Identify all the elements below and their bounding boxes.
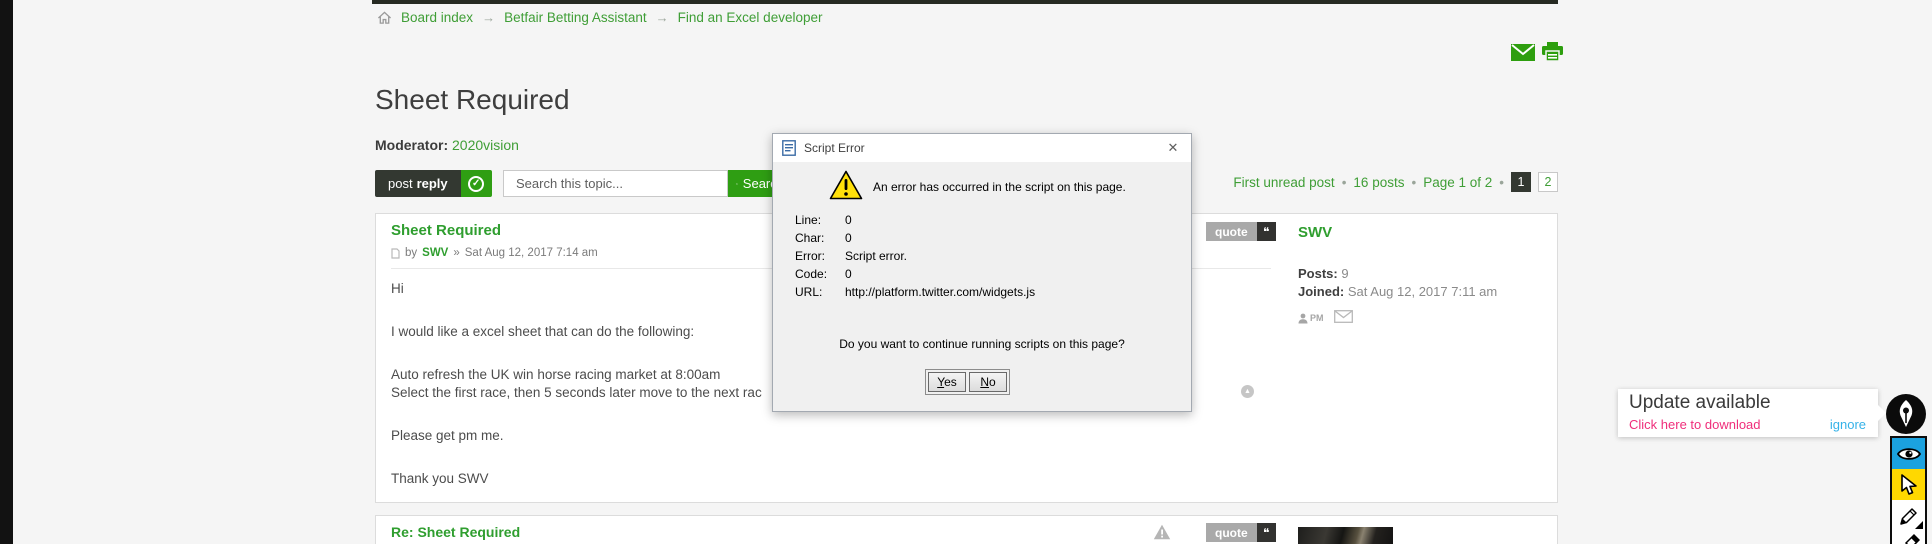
dialog-title: Script Error — [804, 141, 1156, 155]
close-icon[interactable]: ✕ — [1164, 140, 1182, 156]
detail-row: Char:0 — [795, 229, 1035, 247]
dialog-details: Line:0 Char:0 Error:Script error. Code:0… — [795, 211, 1035, 301]
eraser-tool-button[interactable] — [1892, 531, 1925, 544]
avatar — [1298, 527, 1393, 544]
pen-toolbar — [1890, 436, 1927, 544]
detail-row: Error:Script error. — [795, 247, 1035, 265]
content-top-border — [372, 0, 1558, 4]
update-title: Update available — [1629, 392, 1771, 414]
left-edge-bar — [0, 0, 13, 544]
script-error-dialog: Script Error ✕ An error has occurred in … — [772, 133, 1192, 412]
email-topic-icon[interactable] — [1511, 44, 1535, 66]
page: Board index → Betfair Betting Assistant … — [0, 0, 1932, 544]
post-title-link[interactable]: Sheet Required — [391, 222, 501, 239]
detail-row: Line:0 — [795, 211, 1035, 229]
script-document-icon — [782, 140, 796, 156]
post-panel-2: Re: Sheet Required quote ❝ — [375, 515, 1558, 544]
quote-button-label: quote — [1206, 222, 1257, 241]
posts-count: 16 posts — [1353, 175, 1404, 190]
page-number-2[interactable]: 2 — [1538, 172, 1558, 192]
post-reply-icon: ✓ — [461, 170, 492, 197]
quote-button[interactable]: quote ❝ — [1206, 523, 1276, 542]
moderator-link[interactable]: 2020vision — [452, 137, 519, 153]
cursor-tool-button[interactable] — [1892, 469, 1925, 500]
page-actions — [1511, 42, 1563, 67]
post-byline: by SWV » Sat Aug 12, 2017 7:14 am — [391, 247, 598, 259]
quote-button[interactable]: quote ❝ — [1206, 222, 1276, 241]
moderator-line: Moderator: 2020vision — [375, 137, 519, 153]
quote-button-label: quote — [1206, 523, 1257, 542]
eraser-icon — [1898, 531, 1920, 544]
pagination-dot: • — [1411, 175, 1416, 190]
email-user-icon[interactable] — [1334, 310, 1353, 326]
moderator-label: Moderator: — [375, 137, 448, 153]
post-paragraph: Please get pm me. — [391, 427, 1251, 445]
breadcrumb-link-topic[interactable]: Find an Excel developer — [678, 10, 823, 25]
dialog-message: An error has occurred in the script on t… — [873, 180, 1126, 194]
print-topic-icon[interactable] — [1542, 42, 1563, 67]
dialog-question: Do you want to continue running scripts … — [773, 337, 1191, 351]
breadcrumb-link-board-index[interactable]: Board index — [401, 10, 473, 25]
profile-joined: Joined: Sat Aug 12, 2017 7:11 am — [1298, 283, 1548, 301]
pagination-dot: • — [1499, 175, 1504, 190]
breadcrumb-link-forum[interactable]: Betfair Betting Assistant — [504, 10, 647, 25]
report-post-icon[interactable] — [1153, 524, 1171, 544]
profile-posts: Posts: 9 — [1298, 265, 1548, 283]
byline-by-label: by — [405, 247, 417, 259]
back-to-top-icon[interactable]: ▲ — [1241, 385, 1254, 398]
post-date: Sat Aug 12, 2017 7:14 am — [465, 247, 598, 259]
pagination-dot: • — [1342, 175, 1347, 190]
dialog-titlebar[interactable]: Script Error ✕ — [773, 134, 1191, 162]
breadcrumb: Board index → Betfair Betting Assistant … — [377, 10, 822, 25]
post-paragraph: Thank you SWV — [391, 470, 1251, 488]
quote-icon: ❝ — [1257, 222, 1276, 241]
update-download-link[interactable]: Click here to download — [1629, 417, 1761, 432]
yes-button[interactable]: Yes — [928, 372, 966, 392]
page-number-1: 1 — [1511, 172, 1531, 192]
breadcrumb-arrow-icon: → — [656, 10, 669, 25]
search-input[interactable] — [503, 170, 728, 197]
update-notification: Update available Click here to download … — [1618, 389, 1878, 437]
post-icon — [391, 248, 400, 259]
page-title: Sheet Required — [375, 84, 570, 116]
pen-tool-button[interactable] — [1892, 500, 1925, 531]
detail-row: URL:http://platform.twitter.com/widgets.… — [795, 283, 1035, 301]
no-button[interactable]: No — [969, 372, 1007, 392]
warning-icon — [829, 170, 863, 205]
user-icon — [1298, 313, 1308, 324]
toggle-visibility-button[interactable] — [1892, 438, 1925, 469]
author-profile: SWV Posts: 9 Joined: Sat Aug 12, 2017 7:… — [1298, 224, 1548, 326]
private-message-button[interactable]: PM — [1298, 313, 1324, 324]
author-link: SWV — [422, 247, 448, 259]
page-info: Page 1 of 2 — [1423, 175, 1492, 190]
first-unread-link[interactable]: First unread post — [1233, 175, 1334, 190]
pm-label: PM — [1310, 313, 1324, 323]
pencil-icon — [1898, 505, 1920, 527]
eye-icon — [1897, 446, 1921, 462]
post-reply-button[interactable]: postreply ✓ — [375, 170, 492, 197]
search-icon — [736, 177, 738, 191]
quote-icon: ❝ — [1257, 523, 1276, 542]
breadcrumb-arrow-icon: → — [482, 10, 495, 25]
post-title-link[interactable]: Re: Sheet Required — [391, 524, 520, 540]
dialog-buttons: Yes No — [925, 369, 1010, 395]
post-reply-label: postreply — [375, 170, 461, 197]
home-icon[interactable] — [377, 11, 392, 25]
profile-username-link[interactable]: SWV — [1298, 224, 1332, 241]
detail-row: Code:0 — [795, 265, 1035, 283]
cursor-icon — [1900, 474, 1918, 496]
pen-app-logo-icon[interactable] — [1886, 394, 1926, 434]
pagination: First unread post • 16 posts • Page 1 of… — [1233, 172, 1558, 192]
update-ignore-link[interactable]: ignore — [1830, 417, 1866, 432]
byline-separator: » — [453, 247, 459, 259]
